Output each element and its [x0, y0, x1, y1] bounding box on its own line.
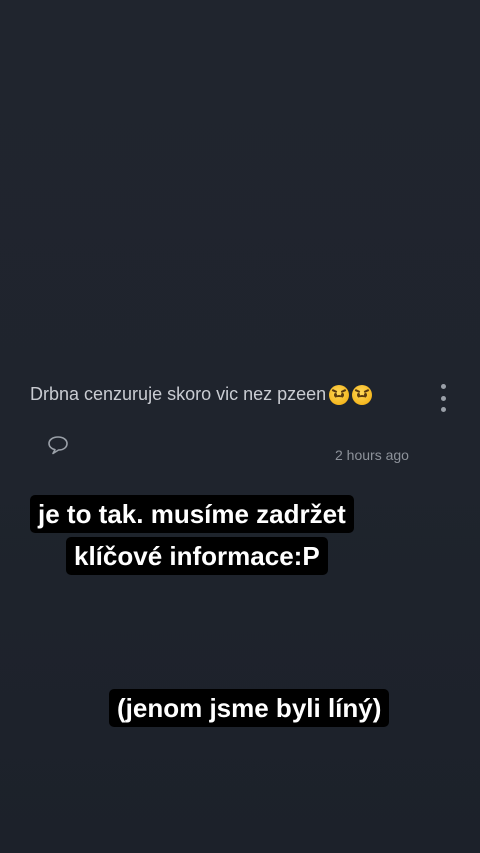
post-text-row: Drbna cenzuruje skoro vic nez pzeen [30, 384, 373, 405]
post-text: Drbna cenzuruje skoro vic nez pzeen [30, 384, 327, 404]
speech-bubble-icon[interactable] [46, 434, 70, 456]
more-vertical-icon-dot [440, 395, 446, 401]
more-options-button[interactable] [436, 384, 450, 412]
caption-line-1: je to tak. musíme zadržet [30, 495, 354, 533]
caption-line-3: (jenom jsme byli líný) [109, 689, 390, 727]
more-vertical-icon-dot [440, 407, 446, 412]
post-timestamp: 2 hours ago [335, 447, 409, 463]
angry-face-emoji-icon [352, 384, 373, 405]
angry-face-emoji-icon [329, 384, 350, 405]
more-vertical-icon [440, 384, 446, 389]
caption-line-2: klíčové informace:P [66, 537, 328, 575]
